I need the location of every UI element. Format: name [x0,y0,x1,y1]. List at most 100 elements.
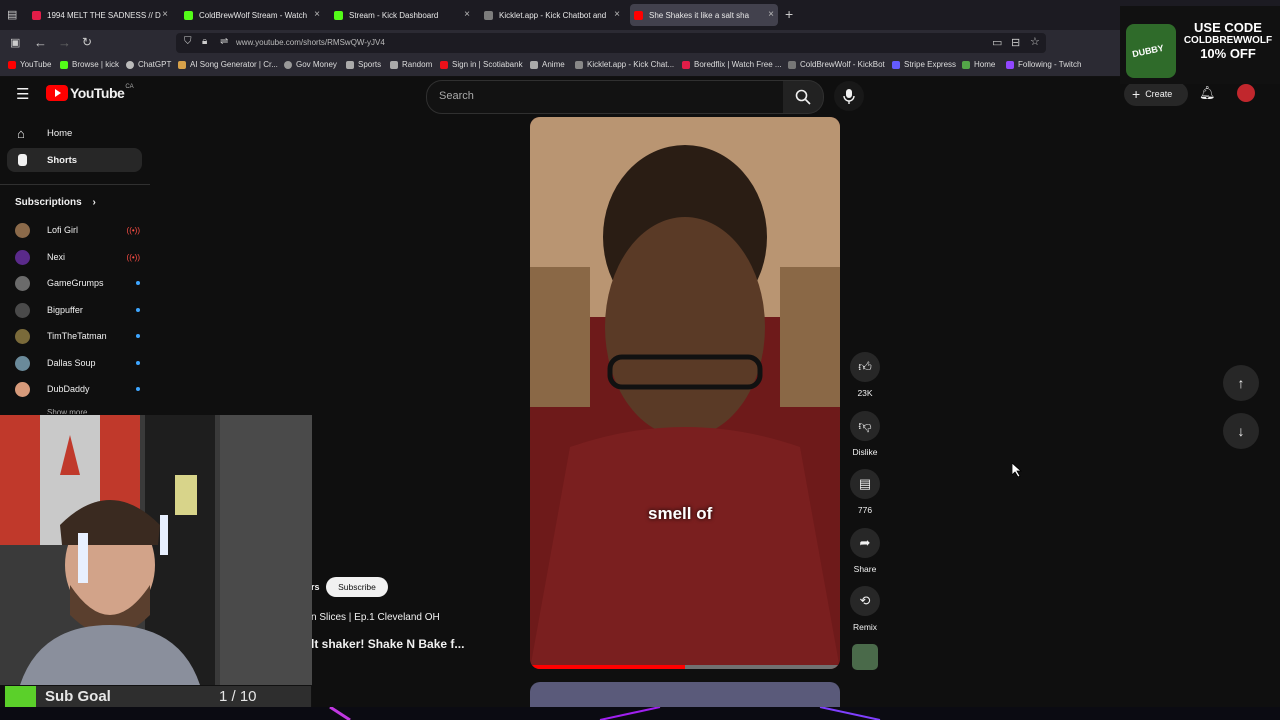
notifications-bell-icon[interactable]: 🔔︎ [1199,85,1216,101]
close-tab-icon[interactable]: × [314,9,320,20]
browser-toolbar: ▣ ← → ↻ ⛉ 🔒︎ ⇌ www.youtube.com/shorts/RM… [0,30,1280,56]
arrow-up-icon: ↑ [1237,375,1245,391]
subscription-dallas-soup[interactable]: Dallas Soup [15,353,140,373]
search-input[interactable]: Search [426,80,785,114]
like-button[interactable]: 👍︎ 23K [845,352,885,398]
sidebar-item-home[interactable]: ⌂ Home [7,121,142,145]
subscription-name: Dallas Soup [47,358,96,368]
bookmark-stripe[interactable]: Stripe Express [892,60,956,69]
sub-goal-widget: Sub Goal 1 / 10 [4,685,312,709]
channel-name[interactable]: rs [311,582,320,592]
subscription-timthetatman[interactable]: TimTheTatman [15,326,140,346]
folder-icon [346,60,354,69]
bookmark-kickbot[interactable]: ColdBrewWolf - KickBot [788,60,885,69]
browser-tab-1[interactable]: 1994 MELT THE SADNESS // D × [32,4,172,26]
browser-tab-5-active[interactable]: She Shakes it like a salt sha × [630,4,778,26]
bookmark-gov-money[interactable]: Gov Money [284,60,337,69]
show-more-link[interactable]: Show more [47,408,87,414]
scotiabank-icon [440,60,448,69]
close-tab-icon[interactable]: × [614,9,620,20]
avatar [15,328,30,344]
bookmark-star-icon[interactable]: ☆ [1030,35,1040,48]
back-icon[interactable]: ← [34,35,47,50]
search-button[interactable] [783,80,824,114]
forward-icon[interactable]: → [58,35,71,50]
bookmark-home[interactable]: Home [962,60,995,69]
bookmark-kicklet[interactable]: Kicklet.app - Kick Chat... [575,60,674,69]
bookmark-label: Following - Twitch [1018,60,1082,69]
subscription-dubdaddy[interactable]: DubDaddy [15,379,140,399]
voice-search-button[interactable] [834,81,864,111]
sidebar-toggle-icon[interactable]: ▣ [10,36,20,49]
short-title[interactable]: lt shaker! Shake N Bake f... [311,637,464,651]
kick-favicon-icon [334,10,343,20]
close-tab-icon[interactable]: × [464,9,470,20]
share-icon: ➦ [850,528,880,558]
browser-tab-3[interactable]: Stream - Kick Dashboard × [334,4,474,26]
dislike-button[interactable]: 👎︎ Dislike [845,411,885,457]
close-tab-icon[interactable]: × [162,9,168,20]
browser-tab-4[interactable]: Kicklet.app - Kick Chatbot and × [484,4,624,26]
bookmark-youtube[interactable]: YouTube [8,60,51,69]
avatar [15,355,30,371]
previous-short-button[interactable]: ↑ [1223,365,1259,401]
subscription-gamegrumps[interactable]: GameGrumps [15,273,140,293]
mouse-cursor-icon [1012,463,1022,477]
home-icon [962,60,970,69]
bookmark-label: Gov Money [296,60,337,69]
tab-label: ColdBrewWolf Stream - Watch [199,10,308,20]
bookmark-sports[interactable]: Sports [346,60,381,69]
subscription-name: GameGrumps [47,278,104,288]
bookmark-anime[interactable]: Anime [530,60,565,69]
share-button[interactable]: ➦ Share [845,528,885,574]
next-short-button[interactable]: ↓ [1223,413,1259,449]
remix-icon: ⟲ [850,586,880,616]
create-button[interactable]: + Create [1124,82,1188,106]
subscribe-button[interactable]: Subscribe [326,577,388,597]
subscription-lofi-girl[interactable]: Lofi Girl ((•)) [15,220,140,240]
shield-icon[interactable]: ⛉ [184,36,192,47]
bookmark-twitch[interactable]: Following - Twitch [1006,60,1081,69]
boredflix-icon [682,60,690,69]
menu-icon[interactable]: ☰ [16,85,29,103]
kick-icon [60,60,68,69]
screenshot-icon[interactable]: ▭ [992,36,1002,49]
new-tab-icon[interactable]: + [785,6,793,22]
ad-line-3: 10% OFF [1200,46,1256,61]
bookmark-kick[interactable]: Browse | kick [60,60,119,69]
subscription-name: TimTheTatman [47,331,107,341]
subscription-bigpuffer[interactable]: Bigpuffer [15,300,140,320]
tab-list-icon[interactable]: ▤ [7,8,17,21]
address-bar[interactable]: ⛉ 🔒︎ ⇌ www.youtube.com/shorts/RMSwQW-yJV… [176,33,1046,53]
bookmark-label: Kicklet.app - Kick Chat... [587,60,675,69]
comment-count: 776 [857,505,873,515]
short-series-title[interactable]: n Slices | Ep.1 Cleveland OH [311,612,440,623]
bookmark-chatgpt[interactable]: ChatGPT [126,60,171,69]
thumbs-down-icon: 👎︎ [850,411,880,441]
permissions-icon[interactable]: ⇌ [220,36,228,47]
reload-icon[interactable]: ↻ [82,35,92,49]
sound-thumbnail[interactable] [852,644,878,670]
bookmark-boredflix[interactable]: Boredflix | Watch Free ... [682,60,782,69]
bookmark-label: Boredflix | Watch Free ... [694,60,782,69]
save-pocket-icon[interactable]: ⊟ [1011,36,1020,49]
avatar[interactable] [1237,84,1255,102]
subscription-nexi[interactable]: Nexi ((•)) [15,247,140,267]
browser-tab-2[interactable]: ColdBrewWolf Stream - Watch × [184,4,324,26]
youtube-logo[interactable]: YouTube CA [46,84,134,101]
bookmark-random[interactable]: Random [390,60,432,69]
search-icon [795,89,811,105]
subscriptions-header[interactable]: Subscriptions › [15,197,96,208]
subscription-name: Bigpuffer [47,305,83,315]
close-tab-icon[interactable]: × [768,9,774,20]
sub-goal-label: Sub Goal [45,688,111,705]
bookmark-ai-song[interactable]: AI Song Generator | Cr... [178,60,278,69]
short-video-player[interactable]: smell of [530,117,840,669]
lock-icon[interactable]: 🔒︎ [202,36,207,47]
sidebar-divider [0,184,150,185]
remix-button[interactable]: ⟲ Remix [845,586,885,632]
sidebar-item-shorts[interactable]: Shorts [7,148,142,172]
bookmark-scotiabank[interactable]: Sign in | Scotiabank [440,60,523,69]
comments-button[interactable]: ▤ 776 [845,469,885,515]
thumbs-up-icon: 👍︎ [850,352,880,382]
